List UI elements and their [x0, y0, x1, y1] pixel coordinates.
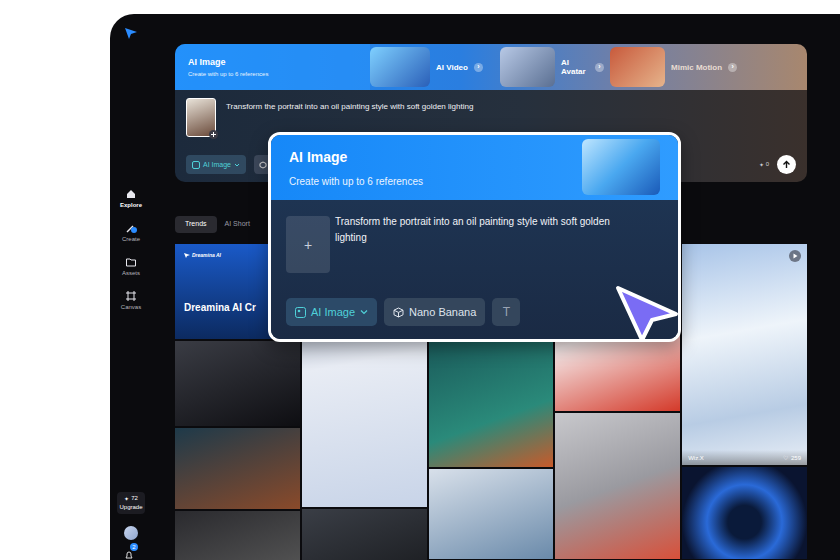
feature-preview — [582, 139, 660, 195]
mode-dropdown[interactable]: AI Image — [186, 155, 246, 174]
sidebar-nav: Explore Create Assets Canvas — [120, 188, 142, 321]
brand-logo-icon — [184, 252, 190, 258]
feature-tab[interactable]: AI Video› — [370, 44, 500, 90]
credit-cost: ✦0 — [759, 161, 769, 168]
home-icon — [125, 188, 137, 200]
mode-dropdown[interactable]: AI Image — [286, 298, 377, 326]
feature-tab[interactable]: Mimic Motion› — [610, 44, 807, 90]
canvas-icon — [125, 290, 137, 302]
arrow-up-icon — [782, 160, 791, 169]
folder-icon — [125, 256, 137, 268]
text-tool-button[interactable]: T — [492, 298, 520, 326]
create-icon — [125, 222, 137, 234]
author-name: Wiz.X — [688, 455, 704, 461]
arrow-badge: › — [595, 63, 604, 72]
like-button[interactable]: ♡ — [783, 454, 788, 461]
gallery-item[interactable]: Wiz.X ♡259 — [682, 244, 807, 465]
play-icon[interactable] — [789, 250, 801, 262]
zoom-callout: AI ImageCreate with up to 6 references+T… — [268, 132, 681, 342]
add-icon — [209, 130, 218, 139]
prompt-input[interactable]: Transform the portrait into an oil paint… — [335, 214, 635, 273]
gallery-item[interactable] — [429, 469, 554, 559]
gallery-item[interactable] — [429, 341, 554, 467]
gallery-item[interactable] — [175, 511, 300, 560]
sidebar-item[interactable]: Explore — [120, 188, 142, 219]
sidebar-item[interactable]: Assets — [120, 256, 142, 287]
upgrade-button[interactable]: ✦72Upgrade — [117, 492, 144, 514]
reference-thumbnail[interactable] — [186, 98, 216, 137]
content-tab[interactable]: AI Short — [225, 216, 260, 233]
gallery-item[interactable] — [302, 509, 427, 560]
arrow-badge: › — [474, 63, 483, 72]
gallery-item[interactable] — [555, 413, 680, 559]
add-reference-button[interactable]: + — [286, 216, 330, 273]
notifications-button[interactable]: 2 — [124, 546, 138, 560]
gallery-item[interactable] — [175, 341, 300, 426]
popup-header: AI ImageCreate with up to 6 references — [271, 135, 678, 200]
sidebar-item[interactable]: Canvas — [120, 290, 142, 321]
sidebar-item[interactable]: Create — [120, 222, 142, 253]
model-selector[interactable]: Nano Banana — [384, 298, 485, 326]
bell-icon — [124, 550, 134, 560]
sidebar: Explore Create Assets Canvas ✦72Upgrade 2 — [110, 14, 152, 560]
gallery-item[interactable] — [175, 428, 300, 509]
feature-tab[interactable]: AI ImageCreate with up to 6 references — [175, 44, 370, 90]
feature-tab[interactable]: AI Avatar› — [500, 44, 610, 90]
content-tab[interactable]: Trends — [175, 216, 217, 233]
arrow-badge: › — [728, 63, 737, 72]
image-mode-icon — [295, 307, 306, 318]
cursor-icon — [612, 282, 682, 344]
image-mode-icon — [192, 161, 200, 169]
feature-tabs: AI ImageCreate with up to 6 referencesAI… — [175, 44, 807, 90]
popup-toolbar: AI ImageNano BananaT — [286, 298, 663, 326]
feature-preview — [610, 47, 665, 87]
notification-badge: 2 — [130, 543, 138, 551]
gallery-item[interactable] — [682, 467, 807, 559]
send-button[interactable] — [777, 155, 796, 174]
feature-preview — [370, 47, 430, 87]
like-count: 259 — [791, 455, 801, 461]
logo-icon[interactable] — [124, 26, 138, 40]
popup-body: +Transform the portrait into an oil pain… — [271, 200, 678, 339]
chevron-down-icon — [234, 162, 240, 168]
feature-preview — [500, 47, 555, 87]
cube-icon — [393, 307, 404, 318]
user-avatar[interactable] — [124, 526, 138, 540]
cube-icon — [259, 161, 267, 169]
chevron-down-icon — [360, 308, 368, 316]
